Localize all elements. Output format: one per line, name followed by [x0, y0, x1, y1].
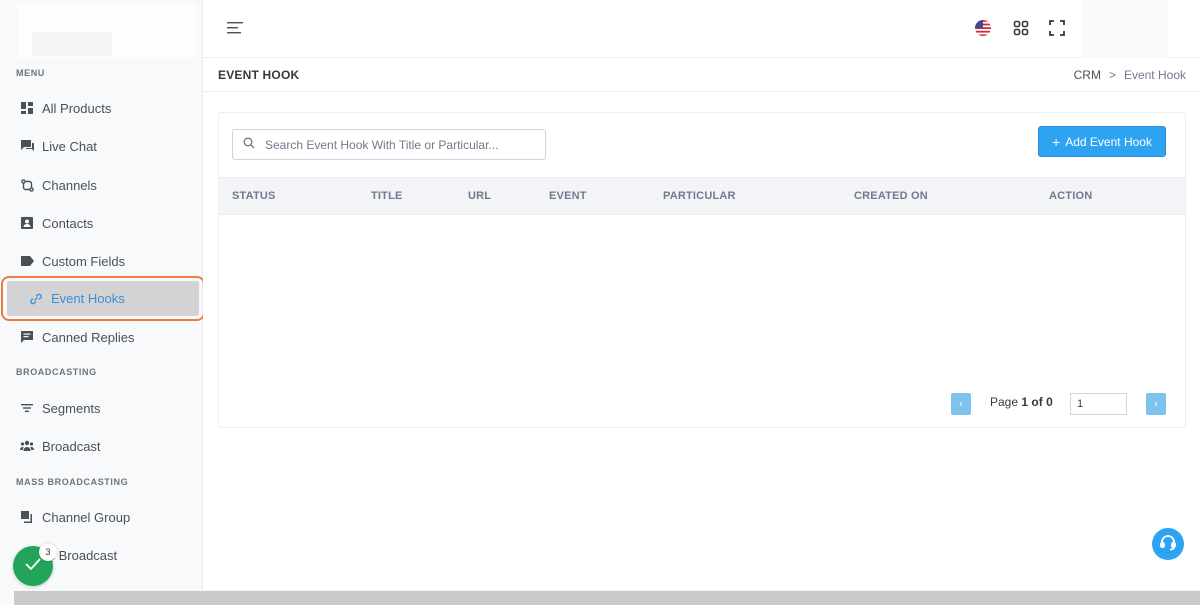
breadcrumb: CRM > Event Hook — [1074, 68, 1186, 82]
sidebar-item-label: Live Chat — [42, 138, 97, 154]
sidebar-item-label: Contacts — [42, 215, 94, 231]
column-header-event[interactable]: EVENT — [549, 190, 587, 202]
logo[interactable] — [18, 4, 196, 58]
sidebar-item-live-chat[interactable]: Live Chat — [0, 127, 203, 165]
copy-icon — [20, 510, 34, 524]
top-bar — [203, 0, 1200, 58]
page-of-label: of — [1031, 395, 1043, 409]
breadcrumb-separator: > — [1108, 68, 1116, 82]
tag-icon — [20, 254, 34, 268]
sidebar-item-channel-group[interactable]: Channel Group — [0, 498, 203, 536]
prev-page-button[interactable]: ‹ — [951, 393, 971, 415]
section-title-mass-broadcasting: MASS BROADCASTING — [16, 477, 129, 487]
breadcrumb-root[interactable]: CRM — [1074, 68, 1101, 82]
link-icon — [29, 292, 43, 306]
bottom-scrollbar[interactable] — [14, 591, 1200, 605]
event-hook-card: + Add Event Hook STATUS TITLE URL EVENT … — [218, 112, 1186, 428]
plus-icon: + — [1052, 133, 1061, 150]
breadcrumb-current: Event Hook — [1123, 68, 1186, 82]
chat-icon — [20, 139, 34, 153]
support-chat-button[interactable] — [1152, 528, 1184, 560]
add-event-hook-label: Add Event Hook — [1065, 134, 1152, 149]
notification-badge: 3 — [39, 543, 57, 561]
sidebar-item-label: Channel Group — [42, 509, 131, 525]
next-page-button[interactable]: › — [1146, 393, 1166, 415]
column-header-status[interactable]: STATUS — [232, 190, 276, 202]
pagination: ‹ Page 1 of 0 › — [219, 391, 1185, 415]
sidebar-item-channels[interactable]: Channels — [0, 166, 203, 204]
contact-card-icon — [20, 216, 34, 230]
page-prefix: Page — [990, 395, 1019, 409]
column-header-title[interactable]: TITLE — [371, 190, 403, 202]
sidebar-item-contacts[interactable]: Contacts — [0, 204, 203, 242]
column-header-action: ACTION — [1049, 190, 1093, 202]
column-header-url[interactable]: URL — [468, 190, 491, 202]
search-input[interactable] — [265, 137, 535, 152]
filter-icon — [20, 401, 34, 415]
page-number-input[interactable] — [1070, 393, 1127, 415]
headset-icon — [1159, 533, 1177, 556]
sidebar-item-label: Event Hooks — [51, 291, 125, 306]
user-area[interactable] — [1082, 0, 1168, 58]
sidebar-item-label: Broadcast — [42, 438, 101, 454]
sidebar-item-event-hooks[interactable]: Event Hooks — [1, 276, 205, 321]
add-event-hook-button[interactable]: + Add Event Hook — [1038, 126, 1166, 157]
sidebar-item-label: Segments — [42, 400, 101, 416]
channels-icon — [20, 178, 34, 192]
sidebar: MENU All Products Live Chat Channels Con… — [0, 0, 205, 605]
page-current: 1 — [1021, 395, 1029, 409]
search-icon — [243, 136, 255, 154]
sidebar-item-segments[interactable]: Segments — [0, 389, 203, 427]
sidebar-item-label: Custom Fields — [42, 253, 126, 269]
apps-grid-icon[interactable] — [1013, 20, 1029, 36]
us-flag-icon[interactable] — [975, 20, 991, 36]
search-box[interactable] — [232, 129, 546, 160]
sidebar-item-label: Channels — [42, 177, 97, 193]
section-title-broadcasting: BROADCASTING — [16, 367, 97, 377]
sidebar-item-broadcast[interactable]: Broadcast — [0, 427, 203, 465]
page-total: 0 — [1046, 395, 1053, 409]
fullscreen-icon[interactable] — [1049, 20, 1065, 36]
section-title-menu: MENU — [16, 68, 45, 78]
sidebar-item-label: Canned Replies — [42, 329, 135, 345]
table-header: STATUS TITLE URL EVENT PARTICULAR CREATE… — [219, 177, 1185, 215]
message-square-icon — [20, 330, 34, 344]
menu-toggle-icon[interactable] — [225, 20, 245, 36]
column-header-created-on[interactable]: CREATED ON — [854, 190, 928, 202]
sidebar-item-all-products[interactable]: All Products — [0, 89, 203, 127]
sidebar-item-custom-fields[interactable]: Custom Fields — [0, 242, 203, 280]
sidebar-item-label: All Products — [42, 100, 112, 116]
grid-icon — [20, 101, 34, 115]
check-icon — [24, 557, 42, 576]
sidebar-item-canned-replies[interactable]: Canned Replies — [0, 318, 203, 356]
logo-area — [0, 0, 202, 58]
page-header: EVENT HOOK CRM > Event Hook — [203, 58, 1200, 92]
column-header-particular[interactable]: PARTICULAR — [663, 190, 736, 202]
main-content: + Add Event Hook STATUS TITLE URL EVENT … — [203, 92, 1200, 590]
page-title: EVENT HOOK — [218, 68, 300, 82]
users-icon — [20, 439, 34, 453]
page-indicator: Page 1 of 0 — [990, 395, 1053, 409]
